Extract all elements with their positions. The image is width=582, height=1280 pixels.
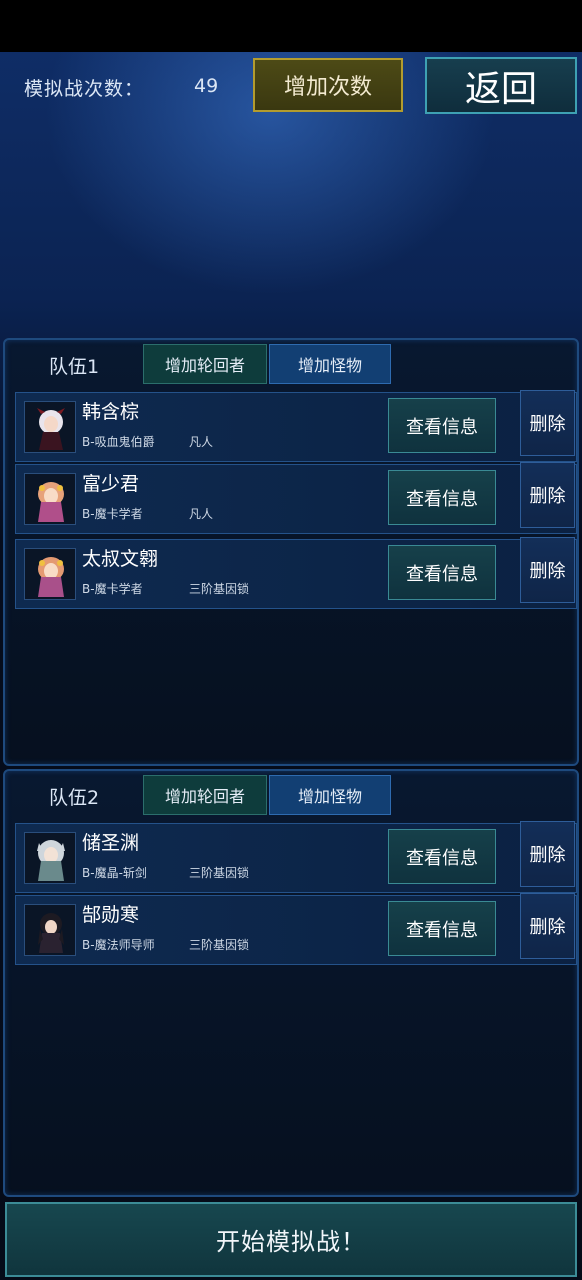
team-2-panel: 队伍2 增加轮回者 增加怪物 储圣渊 B-魔晶-斩剑 三阶基因锁 查看信息 删除 (3, 769, 579, 1197)
team-1-label: 队伍1 (49, 356, 100, 378)
delete-button[interactable]: 删除 (520, 893, 575, 959)
back-button[interactable]: 返回 (425, 57, 577, 114)
member-rank: 凡人 (189, 507, 214, 521)
battle-count-label: 模拟战次数： (24, 78, 145, 100)
team-1-member-row: 太叔文翱 B-魔卡学者 三阶基因锁 查看信息 删除 (15, 537, 577, 609)
team-1-panel: 队伍1 增加轮回者 增加怪物 韩含棕 B-吸血鬼伯爵 凡人 查看信息 删除 富少… (3, 338, 579, 766)
member-name: 太叔文翱 (82, 548, 159, 570)
team-1-add-reincarnator-tab[interactable]: 增加轮回者 (143, 344, 267, 384)
team-1-member-row: 富少君 B-魔卡学者 凡人 查看信息 删除 (15, 462, 577, 534)
battle-count-value: 49 (194, 75, 219, 97)
team-2-label: 队伍2 (49, 787, 100, 809)
member-class: B-魔法师导师 (82, 938, 155, 952)
character-portrait-icon (38, 482, 64, 522)
character-portrait-icon (37, 840, 65, 881)
avatar (24, 401, 76, 453)
character-portrait-icon (38, 913, 64, 953)
add-count-button[interactable]: 增加次数 (253, 58, 403, 112)
delete-button[interactable]: 删除 (520, 537, 575, 603)
delete-button[interactable]: 删除 (520, 821, 575, 887)
member-rank: 三阶基因锁 (189, 582, 250, 596)
character-portrait-icon (38, 557, 64, 597)
team-2-member-row: 郜勋寒 B-魔法师导师 三阶基因锁 查看信息 删除 (15, 893, 577, 965)
member-class: B-魔卡学者 (82, 582, 143, 596)
character-portrait-icon (37, 408, 65, 450)
team-1-add-monster-tab[interactable]: 增加怪物 (269, 344, 391, 384)
view-info-button[interactable]: 查看信息 (388, 545, 496, 600)
member-name: 富少君 (82, 473, 140, 495)
status-bar (0, 0, 582, 52)
start-simulation-button[interactable]: 开始模拟战！ (5, 1202, 577, 1277)
member-rank: 三阶基因锁 (189, 866, 250, 880)
view-info-button[interactable]: 查看信息 (388, 901, 496, 956)
avatar (24, 473, 76, 525)
member-name: 储圣渊 (82, 832, 140, 854)
team-1-member-row: 韩含棕 B-吸血鬼伯爵 凡人 查看信息 删除 (15, 390, 577, 462)
member-name: 韩含棕 (82, 401, 140, 423)
view-info-button[interactable]: 查看信息 (388, 398, 496, 453)
avatar (24, 548, 76, 600)
team-2-add-reincarnator-tab[interactable]: 增加轮回者 (143, 775, 267, 815)
avatar (24, 832, 76, 884)
team-2-add-monster-tab[interactable]: 增加怪物 (269, 775, 391, 815)
member-class: B-吸血鬼伯爵 (82, 435, 155, 449)
avatar (24, 904, 76, 956)
view-info-button[interactable]: 查看信息 (388, 829, 496, 884)
member-rank: 三阶基因锁 (189, 938, 250, 952)
member-class: B-魔晶-斩剑 (82, 866, 147, 880)
member-class: B-魔卡学者 (82, 507, 143, 521)
team-2-member-row: 储圣渊 B-魔晶-斩剑 三阶基因锁 查看信息 删除 (15, 821, 577, 893)
delete-button[interactable]: 删除 (520, 390, 575, 456)
member-name: 郜勋寒 (82, 904, 140, 926)
delete-button[interactable]: 删除 (520, 462, 575, 528)
view-info-button[interactable]: 查看信息 (388, 470, 496, 525)
member-rank: 凡人 (189, 435, 214, 449)
